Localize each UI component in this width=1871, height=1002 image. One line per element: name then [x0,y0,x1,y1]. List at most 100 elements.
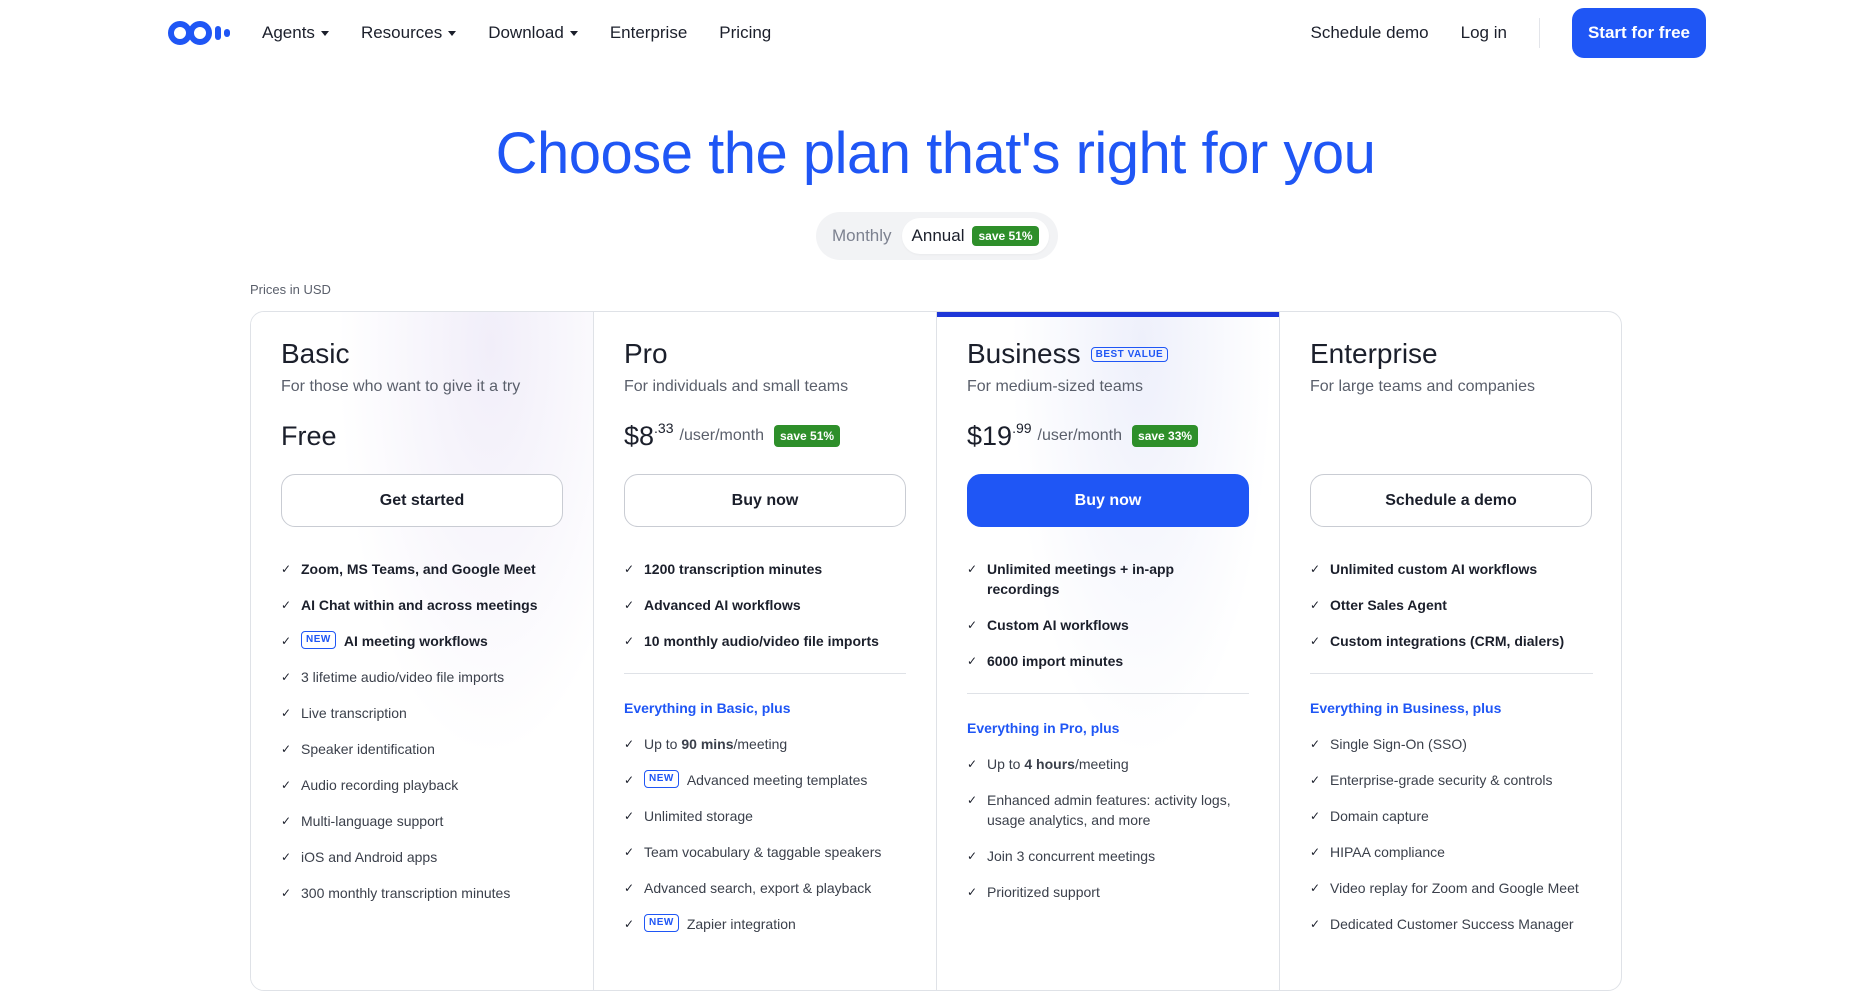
feature-text: Zoom, MS Teams, and Google Meet [301,561,536,577]
price-dollars: $8 [624,420,655,451]
feature-item: ✓ Custom AI workflows [967,615,1249,635]
nav-agents[interactable]: Agents [262,23,329,43]
plan-description: For individuals and small teams [624,378,849,395]
buy-now-button-business[interactable]: Buy now [967,474,1249,527]
feature-text: Dedicated Customer Success Manager [1330,916,1574,932]
check-icon: ✓ [1310,737,1321,751]
feature-item: ✓ Domain capture [1310,806,1593,826]
feature-item: ✓ 10 monthly audio/video file imports [624,631,906,651]
price-period: /user/month [679,427,764,444]
basic-main-features: ✓ Zoom, MS Teams, and Google Meet ✓ AI Cha… [281,559,563,651]
plan-name: Pro [624,338,668,369]
otter-logo[interactable] [168,20,230,46]
pricing-cards: Basic For those who want to give it a tr… [250,311,1622,991]
feature-text-bold: 90 mins [681,736,734,752]
feature-text: 10 monthly audio/video file imports [644,633,879,649]
feature-text-pre: Up to [987,756,1025,772]
pro-main-features: ✓ 1200 transcription minutes ✓ Advanced AI… [624,559,906,651]
nav-agents-label: Agents [262,23,315,42]
check-icon: ✓ [1310,809,1321,823]
feature-item: ✓ Up to 90 mins/meeting [624,734,906,754]
nav-download[interactable]: Download [488,23,578,43]
price-cents: .33 [654,420,674,436]
basic-more-features: ✓ 3 lifetime audio/video file imports ✓ Li… [281,667,563,903]
feature-text: Speaker identification [301,741,435,757]
price-free: Free [281,420,337,451]
plan-name-text: Business [967,338,1081,369]
plan-description: For medium-sized teams [967,378,1144,395]
feature-item: ✓ HIPAA compliance [1310,842,1593,862]
check-icon: ✓ [281,562,292,576]
feature-item: ✓ Enhanced admin features: activity logs,… [967,790,1249,830]
chevron-down-icon [448,30,457,36]
check-icon: ✓ [1310,845,1321,859]
feature-text: AI meeting workflows [343,633,488,649]
feature-text-post: /meeting [733,736,788,752]
log-in-link[interactable]: Log in [1461,23,1507,43]
feature-item: ✓ 1200 transcription minutes [624,559,906,579]
feature-item: ✓ 300 monthly transcription minutes [281,883,563,903]
plan-price: Free [281,418,563,454]
feature-text: 3 lifetime audio/video file imports [301,669,505,685]
check-icon: ✓ [1310,881,1321,895]
check-icon: ✓ [1310,917,1321,931]
plan-price: $8.33 /user/month save 51% [624,418,906,454]
start-for-free-button[interactable]: Start for free [1571,8,1706,58]
check-icon: ✓ [281,886,292,900]
check-icon: ✓ [624,634,635,648]
feature-text: Team vocabulary & taggable speakers [644,844,882,860]
check-icon: ✓ [1310,562,1321,576]
section-label: Everything in Business, plus [1310,700,1502,716]
check-icon: ✓ [1310,773,1321,787]
save-badge: save 51% [774,425,841,447]
best-value-badge: BEST VALUE [1090,346,1169,362]
get-started-button[interactable]: Get started [281,474,563,527]
feature-text: Unlimited custom AI workflows [1330,561,1538,577]
buy-now-button-pro[interactable]: Buy now [624,474,906,527]
top-navigation: Agents Resources Download Enterprise Pri… [0,0,1871,66]
check-icon: ✓ [1310,634,1321,648]
nav-resources[interactable]: Resources [361,23,457,43]
chevron-down-icon [320,30,329,36]
feature-text-bold: 4 hours [1024,756,1075,772]
feature-item: ✓ Zoom, MS Teams, and Google Meet [281,559,563,579]
nav-enterprise[interactable]: Enterprise [610,23,687,43]
plan-price: $19.99 /user/month save 33% [967,418,1249,454]
check-icon: ✓ [624,562,635,576]
check-icon: ✓ [967,618,978,632]
business-more-features: ✓ Up to 4 hours/meeting ✓ Enhanced admin f… [967,754,1249,902]
plan-card-business: Business BEST VALUE For medium-sized team… [937,312,1280,990]
new-badge: NEW [644,914,679,932]
check-icon: ✓ [967,654,978,668]
plan-card-basic: Basic For those who want to give it a tr… [251,312,594,990]
section-divider [624,673,906,674]
billing-annual-option[interactable]: Annual save 51% [901,218,1049,254]
feature-item: ✓ NEW AI meeting workflows [281,631,563,651]
feature-item: ✓ Custom integrations (CRM, dialers) [1310,631,1593,651]
save-badge: save 33% [1132,425,1199,447]
annual-save-badge: save 51% [972,226,1039,246]
check-icon: ✓ [281,778,292,792]
feature-text: Unlimited meetings + in-app recordings [987,561,1175,597]
feature-text: Join 3 concurrent meetings [987,848,1156,864]
business-main-features: ✓ Unlimited meetings + in-app recordings … [967,559,1249,671]
feature-text: 1200 transcription minutes [644,561,823,577]
nav-pricing[interactable]: Pricing [719,23,771,43]
schedule-demo-link[interactable]: Schedule demo [1311,23,1429,43]
feature-text: Prioritized support [987,884,1100,900]
check-icon: ✓ [967,757,978,771]
billing-toggle: Monthly Annual save 51% [816,212,1058,260]
feature-item: ✓ NEW Zapier integration [624,914,906,934]
feature-item: ✓ Video replay for Zoom and Google Meet [1310,878,1593,898]
feature-item: ✓ 6000 import minutes [967,651,1249,671]
feature-text: Video replay for Zoom and Google Meet [1330,880,1579,896]
billing-monthly-option[interactable]: Monthly [822,218,902,254]
feature-text: Audio recording playback [301,777,459,793]
check-icon: ✓ [624,917,635,931]
check-icon: ✓ [281,670,292,684]
schedule-a-demo-button[interactable]: Schedule a demo [1310,474,1592,527]
nav-pricing-label: Pricing [719,23,772,42]
feature-item: ✓ iOS and Android apps [281,847,563,867]
feature-text: Single Sign-On (SSO) [1330,736,1467,752]
section-label: Everything in Pro, plus [967,720,1120,736]
